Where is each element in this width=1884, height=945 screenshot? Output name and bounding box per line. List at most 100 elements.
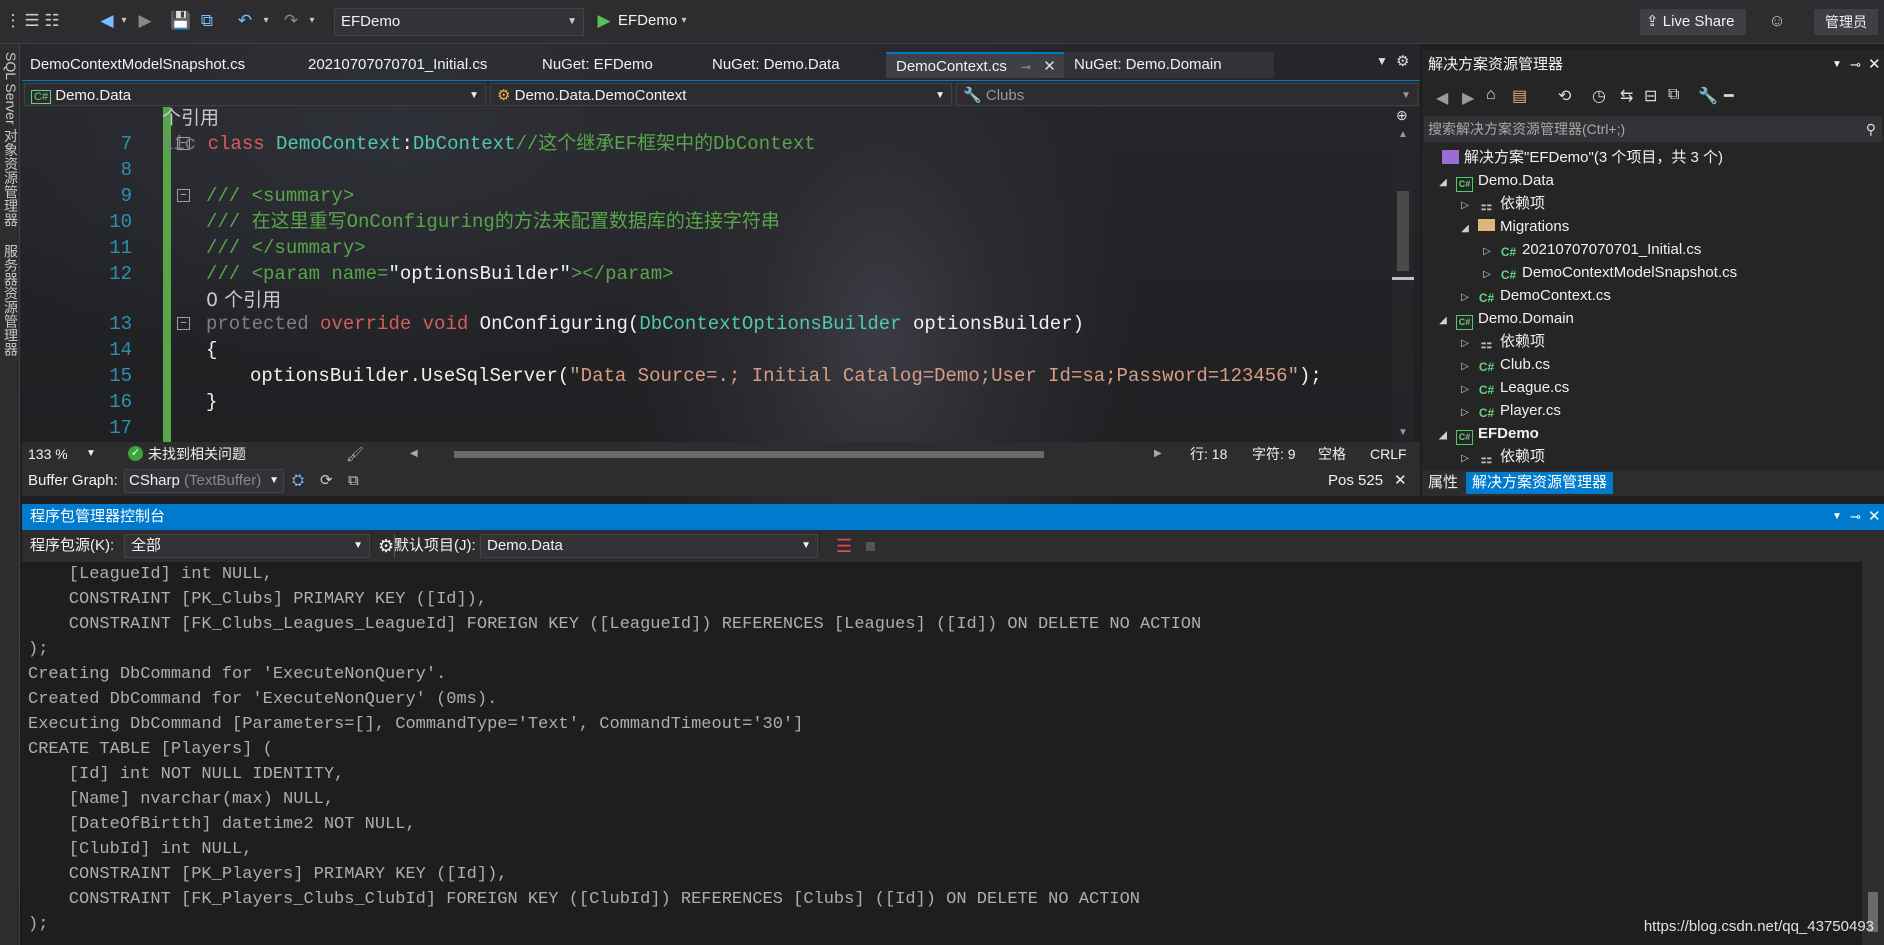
chevron-down-icon[interactable]: ▼: [86, 442, 96, 466]
package-source-select[interactable]: 全部 ▼: [124, 534, 370, 558]
tab-nuget-demo-domain[interactable]: NuGet: Demo.Domain: [1064, 52, 1274, 78]
redo-dropdown-icon[interactable]: ▾: [306, 10, 318, 32]
show-all-files-icon[interactable]: ⧉: [1668, 86, 1679, 104]
editor-vertical-scrollbar[interactable]: ⊕ ▲ ▼: [1392, 107, 1414, 442]
tab-initial-migration[interactable]: 20210707070701_Initial.cs: [298, 52, 487, 78]
save-all-icon[interactable]: ⧉: [196, 10, 218, 32]
close-icon[interactable]: ✕: [1868, 50, 1881, 80]
expanded-arrow-icon[interactable]: ◢: [1436, 309, 1450, 332]
feedback-icon[interactable]: ☺: [1766, 10, 1788, 32]
close-icon[interactable]: ✕: [1868, 504, 1881, 530]
tree-node-model-snapshot[interactable]: ▷ C# DemoContextModelSnapshot.cs: [1480, 261, 1737, 284]
brush-icon[interactable]: 🖌: [346, 442, 364, 466]
tree-node-player[interactable]: ▷ C# Player.cs: [1458, 399, 1561, 422]
fold-toggle[interactable]: −: [177, 317, 190, 330]
minus-icon[interactable]: ━: [1724, 86, 1734, 106]
tab-model-snapshot[interactable]: DemoContextModelSnapshot.cs: [20, 52, 245, 78]
graph-refresh-icon[interactable]: ⟳: [320, 466, 333, 496]
switch-views-icon[interactable]: ▤: [1512, 86, 1527, 106]
sync-icon[interactable]: ⇆: [1620, 86, 1633, 106]
solution-config-select[interactable]: EFDemo ▼: [334, 8, 584, 36]
start-button-label[interactable]: EFDemo: [618, 10, 677, 32]
pin-icon[interactable]: ⊸: [1850, 50, 1861, 80]
tree-node-league[interactable]: ▷ C# League.cs: [1458, 376, 1569, 399]
scroll-right-icon[interactable]: ▶: [1154, 442, 1162, 466]
scroll-up-icon[interactable]: ▲: [1398, 129, 1408, 140]
wrench-icon[interactable]: 🔧: [1698, 86, 1718, 106]
forward-icon[interactable]: ▶: [134, 10, 156, 32]
tree-node-project-demo-domain[interactable]: ◢ C# Demo.Domain: [1436, 307, 1574, 330]
tree-node-demo-context[interactable]: ▷ C# DemoContext.cs: [1458, 284, 1611, 307]
line-ending-indicator[interactable]: CRLF: [1370, 442, 1407, 466]
collapsed-arrow-icon[interactable]: ▷: [1458, 378, 1472, 401]
comment-icon[interactable]: ☰: [22, 10, 42, 32]
line-indicator[interactable]: 行: 18: [1190, 442, 1227, 466]
pin-icon[interactable]: ⊸: [1850, 504, 1861, 530]
split-icon[interactable]: ⊕: [1396, 107, 1408, 124]
collapsed-arrow-icon[interactable]: ▷: [1458, 447, 1472, 470]
collapsed-arrow-icon[interactable]: ▷: [1458, 401, 1472, 424]
live-share-button[interactable]: ⇪ Live Share: [1640, 9, 1746, 35]
buffer-select[interactable]: CSharp (TextBuffer) ▼: [124, 469, 284, 493]
history-icon[interactable]: ◷: [1592, 86, 1606, 106]
close-icon[interactable]: ✕: [1043, 58, 1056, 75]
default-project-select[interactable]: Demo.Data ▼: [480, 534, 818, 558]
code-editor[interactable]: 7 8 9 10 11 12 13 14 15 16 17 − − − 个引用 …: [22, 107, 1392, 442]
console-scrollbar[interactable]: [1862, 562, 1884, 945]
clear-console-icon[interactable]: ☰: [836, 530, 852, 562]
tree-node-initial-migration[interactable]: ▷ C# 20210707070701_Initial.cs: [1480, 238, 1701, 261]
expanded-arrow-icon[interactable]: ◢: [1458, 217, 1472, 240]
tree-node-solution[interactable]: 解决方案"EFDemo"(3 个项目，共 3 个): [1436, 146, 1723, 169]
uncomment-icon[interactable]: ☷: [42, 10, 62, 32]
codelens-references[interactable]: 个引用: [162, 105, 219, 131]
tab-nuget-demo-data[interactable]: NuGet: Demo.Data: [702, 52, 852, 78]
tree-node-club[interactable]: ▷ C# Club.cs: [1458, 353, 1550, 376]
horizontal-scroll-thumb[interactable]: [454, 451, 1044, 458]
collapsed-arrow-icon[interactable]: ▷: [1458, 332, 1472, 355]
column-indicator[interactable]: 字符: 9: [1252, 442, 1296, 466]
whitespace-indicator[interactable]: 空格: [1318, 442, 1346, 466]
home-icon[interactable]: ⌂: [1486, 86, 1496, 104]
back-icon[interactable]: ◀: [96, 10, 118, 32]
save-icon[interactable]: 💾: [170, 10, 192, 32]
tree-node-dependencies[interactable]: ▷ ⚏ 依赖项: [1458, 192, 1545, 215]
close-icon[interactable]: ✕: [1394, 466, 1407, 496]
redo-icon[interactable]: ↷: [280, 10, 302, 32]
tree-node-project-demo-data[interactable]: ◢ C# Demo.Data: [1436, 169, 1554, 192]
collapse-all-icon[interactable]: ⊟: [1644, 86, 1657, 106]
console-output[interactable]: [LeagueId] int NULL, CONSTRAINT [PK_Club…: [22, 562, 1862, 945]
zoom-level[interactable]: 133 %: [28, 442, 68, 466]
tab-nuget-efdemo[interactable]: NuGet: EFDemo: [532, 52, 672, 78]
gear-icon[interactable]: ⚙: [1396, 52, 1409, 70]
scroll-thumb[interactable]: [1397, 191, 1409, 271]
project-dropdown[interactable]: C# Demo.Data ▼: [24, 83, 486, 106]
pin-icon[interactable]: ⊸: [1021, 60, 1031, 74]
start-icon[interactable]: ▶: [594, 10, 614, 32]
undo-dropdown-icon[interactable]: ▾: [260, 10, 272, 32]
collapsed-arrow-icon[interactable]: ▷: [1480, 263, 1494, 286]
graph-icon[interactable]: ⛭: [292, 466, 304, 496]
tab-overflow-icon[interactable]: ▼: [1376, 54, 1388, 68]
sql-server-explorer-tab[interactable]: SQL Server 对象资源管理器: [1, 52, 21, 227]
gear-icon[interactable]: ⚙: [378, 530, 394, 562]
tab-properties[interactable]: 属性: [1428, 470, 1458, 496]
collapsed-arrow-icon[interactable]: ▷: [1458, 286, 1472, 309]
forward-icon[interactable]: ▶: [1462, 88, 1474, 108]
tree-node-migrations[interactable]: ◢ Migrations: [1458, 215, 1569, 238]
issues-status[interactable]: 未找到相关问题: [148, 442, 246, 466]
solution-search-input[interactable]: 搜索解决方案资源管理器(Ctrl+;) ⚲: [1424, 116, 1882, 142]
pending-changes-icon[interactable]: ⟲: [1558, 86, 1571, 106]
chevron-down-icon[interactable]: ▼: [1832, 50, 1842, 80]
graph-layers-icon[interactable]: ⧉: [348, 466, 359, 496]
class-dropdown[interactable]: ⚙ Demo.Data.DemoContext ▼: [490, 83, 952, 106]
tree-node-dependencies[interactable]: ▷ ⚏ 依赖项: [1458, 330, 1545, 353]
start-dropdown-icon[interactable]: ▾: [678, 10, 690, 32]
server-explorer-tab[interactable]: 服务器资源管理器: [1, 244, 21, 356]
collapsed-arrow-icon[interactable]: ▷: [1458, 355, 1472, 378]
scroll-down-icon[interactable]: ▼: [1398, 427, 1408, 438]
expanded-arrow-icon[interactable]: ◢: [1436, 424, 1450, 447]
fold-toggle[interactable]: −: [177, 189, 190, 202]
tree-node-dependencies[interactable]: ▷ ⚏ 依赖项: [1458, 445, 1545, 468]
collapsed-arrow-icon[interactable]: ▷: [1458, 194, 1472, 217]
chevron-down-icon[interactable]: ▼: [1832, 504, 1842, 530]
